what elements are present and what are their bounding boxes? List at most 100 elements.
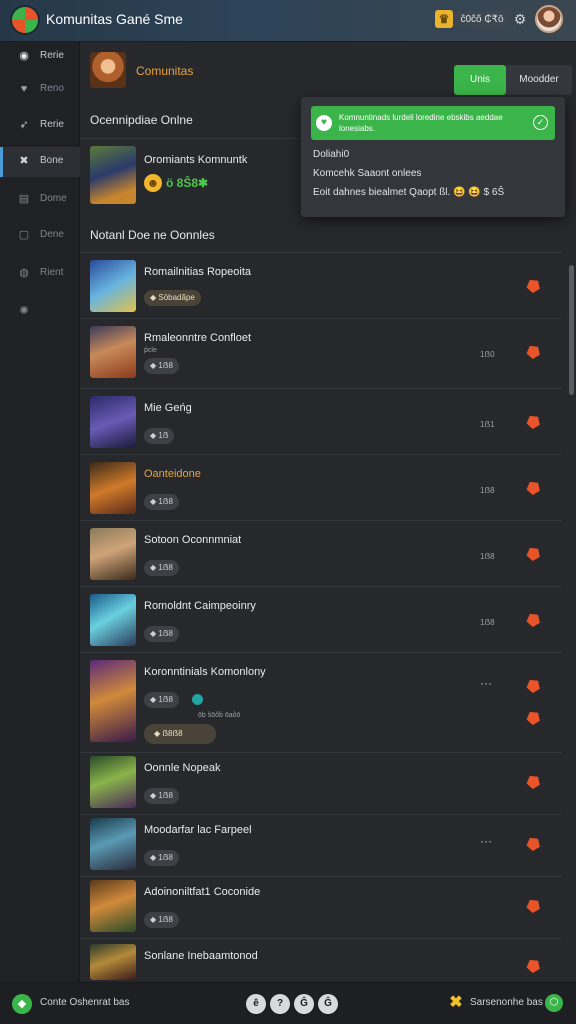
community-name: Moodarfar lac Farpeel — [144, 824, 252, 836]
community-thumbnail — [90, 818, 136, 870]
member-badge: ◆ 1ẞ8 — [144, 850, 179, 866]
check-icon[interactable]: ✓ — [533, 115, 548, 130]
tag-action-icon[interactable]: ⬟ — [519, 409, 549, 437]
sidebar: ◉ Rerie ♥ Reno ➶ Rerie ✖ Bone ▤ Dome ▢ D… — [0, 42, 80, 982]
bottom-bar: ◆ Conte Oshenrat bas ê ? Ĝ Ĝ ✖ Sarsenonh… — [0, 982, 576, 1024]
tag-action-icon[interactable]: ⬟ — [519, 541, 549, 569]
tag-action-icon[interactable]: ⬟ — [519, 893, 549, 921]
divider — [80, 318, 562, 319]
tag-action-icon[interactable]: ⬟ — [519, 273, 549, 301]
tag-action-icon[interactable]: ⬟ — [519, 475, 549, 503]
tag-action-icon[interactable]: ⬟ — [519, 953, 549, 981]
member-badge: ◆ Sōbadãpe — [144, 290, 201, 306]
community-name: Sotoon Oconnmniat — [144, 534, 242, 546]
tag-action-icon[interactable]: ⬟ — [519, 607, 549, 635]
page-dot-icon[interactable]: Ĝ — [318, 994, 338, 1014]
online-section-title: Ocennipdiae Onlne — [90, 113, 193, 127]
community-thumbnail — [90, 594, 136, 646]
sidebar-item-label: Dene — [40, 229, 64, 240]
sidebar-item-label: Reno — [40, 83, 64, 94]
user-avatar[interactable] — [535, 5, 563, 33]
community-name: Oonnle Nopeak — [144, 762, 221, 774]
notification-banner[interactable]: ♥ Komnuntinads lurdeli loredine ebskibs … — [311, 106, 555, 140]
chat-logo-icon[interactable]: ◆ — [12, 994, 32, 1014]
community-name: Rmaleonntre Confloet — [144, 332, 252, 344]
member-badge: ◆ 1ẞ — [144, 428, 175, 444]
sidebar-item-dene[interactable]: ▢ Dene — [0, 221, 80, 251]
divider — [80, 252, 562, 253]
tools-icon: ✖ — [19, 155, 29, 167]
smile-icon: ☻ — [144, 174, 162, 192]
featured-online-community[interactable]: Oromiants Komnuntk ☻ ö 8Ŝ8✱ — [90, 146, 290, 208]
page-dot-icon[interactable]: ? — [270, 994, 290, 1014]
sidebar-item-reno[interactable]: ♥ Reno — [0, 75, 80, 105]
community-thumbnail — [90, 660, 136, 742]
divider — [80, 454, 562, 455]
community-subtitle: ṕcle — [144, 347, 157, 354]
settings-icon[interactable]: ⚙ — [512, 10, 528, 28]
community-name: Mie Geńg — [144, 402, 192, 414]
divider — [80, 876, 562, 877]
sidebar-item-home[interactable]: ◉ Rerie — [0, 42, 80, 72]
joined-text: ōb ŝōôḃ ōaôō — [198, 712, 241, 719]
member-count: 1ẞ0 — [480, 350, 495, 359]
member-count: 1ẞ8 — [480, 486, 495, 495]
featured-name: Oromiants Komnuntk — [144, 154, 248, 166]
member-count: 1ẞ1 — [480, 420, 495, 429]
more-options-icon[interactable]: ··· — [480, 676, 492, 690]
community-name: Koronntinials Komonlony — [144, 666, 266, 678]
featured-thumbnail — [90, 146, 136, 204]
community-thumbnail — [90, 396, 136, 448]
member-count: 1ẞ8 — [480, 552, 495, 561]
page-dot-icon[interactable]: ê — [246, 994, 266, 1014]
member-badge: ◆ 1ẞ8 — [144, 912, 179, 928]
tag-action-icon[interactable]: ⬟ — [519, 673, 549, 701]
sidebar-item-label: Dome — [40, 193, 67, 204]
online-indicator — [192, 694, 203, 705]
moderator-button[interactable]: Moodder — [506, 65, 572, 95]
top-bar: Komunitas Gané Sme ♛ ĉ0ĉõ ₵₹ō ⚙ — [0, 0, 576, 42]
sidebar-item-dome[interactable]: ▤ Dome — [0, 185, 80, 215]
sidebar-item-rient[interactable]: ◍ Rient — [0, 259, 80, 289]
community-thumbnail[interactable] — [90, 52, 126, 88]
divider — [80, 520, 562, 521]
home-icon: ◉ — [19, 50, 29, 62]
sidebar-item-settings[interactable]: ✺ — [0, 297, 80, 327]
popup-line: Doliahi0 — [313, 149, 350, 160]
status-end-icon[interactable]: ⬡ — [545, 994, 563, 1012]
app-logo-icon[interactable] — [12, 7, 38, 33]
tag-action-icon[interactable]: ⬟ — [519, 339, 549, 367]
main-content: Comunitas Unis Moodder Ocennipdiae Onlne… — [80, 42, 576, 982]
tag-action-icon[interactable]: ⬟ — [519, 831, 549, 859]
scrollbar[interactable] — [569, 265, 574, 395]
sidebar-item-bone[interactable]: ✖ Bone — [0, 147, 80, 177]
app-title: Komunitas Gané Sme — [46, 11, 183, 27]
activity-pill: ◆ ẞ8ẞ8 — [144, 724, 216, 744]
community-thumbnail — [90, 462, 136, 514]
sidebar-item-rerie[interactable]: ➶ Rerie — [0, 111, 80, 141]
join-button[interactable]: Unis — [454, 65, 506, 95]
more-options-icon[interactable]: ··· — [480, 834, 492, 848]
community-thumbnail — [90, 880, 136, 932]
featured-stat: ö 8Ŝ8✱ — [166, 176, 209, 190]
tag-action-icon[interactable]: ⬟ — [519, 769, 549, 797]
member-badge: ◆ 1ẞ8 — [144, 560, 179, 576]
feather-icon: ➶ — [19, 119, 29, 131]
list-item[interactable]: Koronntinials Komonlony ··· ◆ 1ẞ8 ōb ŝōô… — [90, 660, 562, 750]
community-thumbnail — [90, 260, 136, 312]
community-thumbnail — [90, 528, 136, 580]
sidebar-item-label: Rerie — [40, 50, 64, 61]
community-thumbnail — [90, 756, 136, 808]
close-x-icon[interactable]: ✖ — [446, 993, 466, 1013]
sidebar-item-label: Rerie — [40, 119, 64, 130]
notification-popup: ♥ Komnuntinads lurdeli loredine ebskibs … — [301, 97, 565, 217]
tag-action-icon[interactable]: ⬟ — [519, 705, 549, 733]
community-title: Comunitas — [136, 64, 194, 78]
group-icon: ▤ — [18, 193, 30, 205]
coin-balance[interactable]: ĉ0ĉõ ₵₹ō — [455, 11, 509, 28]
page-dot-icon[interactable]: Ĝ — [294, 994, 314, 1014]
divider — [80, 652, 562, 653]
popup-line: Eoit dahnes biealmet Qaopt ßl. 😆 😆 $ 6Ŝ — [313, 187, 505, 198]
divider — [80, 586, 562, 587]
community-thumbnail — [90, 326, 136, 378]
